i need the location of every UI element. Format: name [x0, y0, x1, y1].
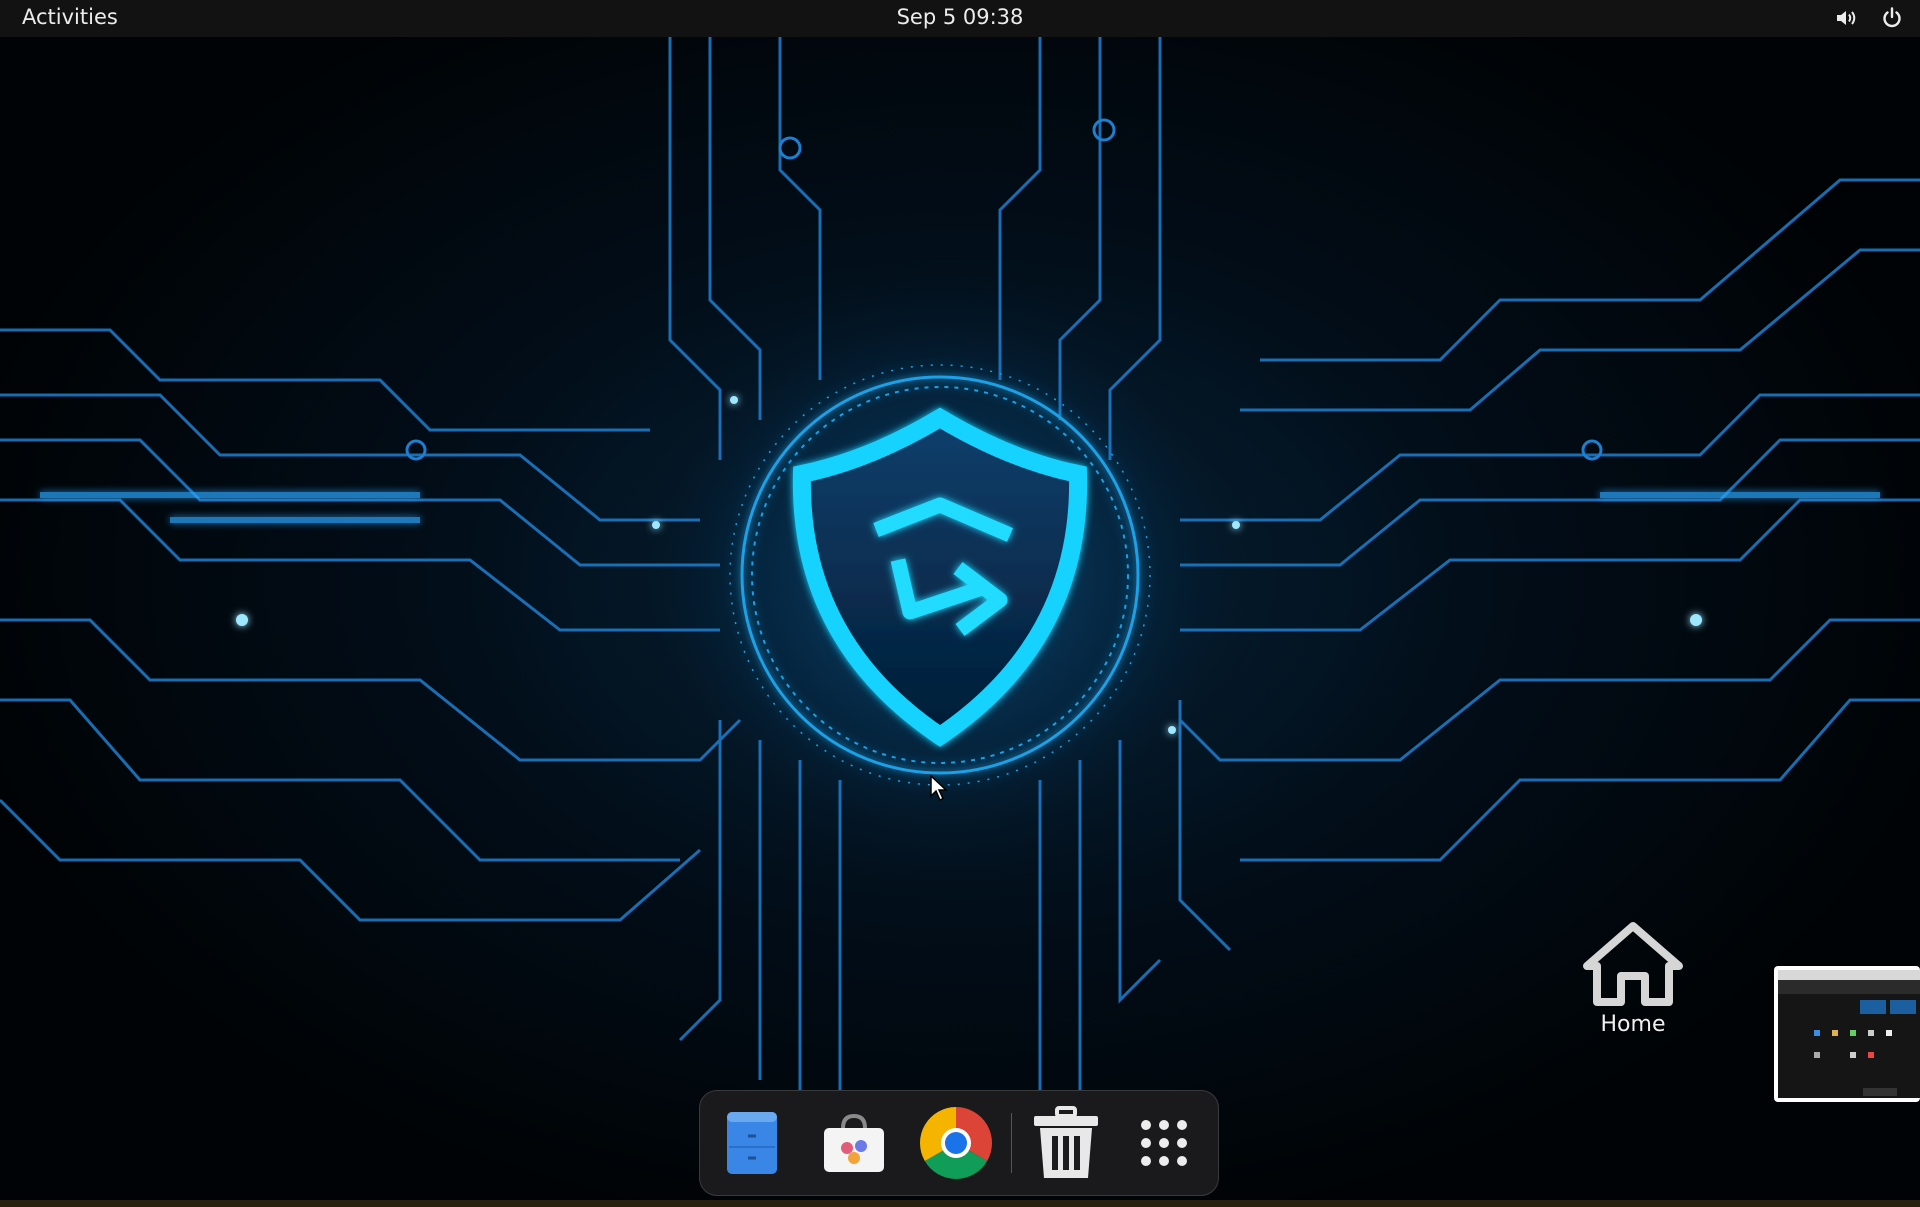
chrome-icon	[919, 1107, 993, 1180]
dock-separator	[1011, 1113, 1012, 1173]
dock-item-chrome[interactable]	[918, 1105, 994, 1181]
dock-item-trash[interactable]	[1028, 1105, 1104, 1181]
volume-icon[interactable]	[1834, 6, 1858, 30]
desktop-home-shortcut[interactable]: Home	[1570, 920, 1696, 1058]
power-icon[interactable]	[1880, 6, 1904, 30]
trash-icon	[1034, 1106, 1098, 1178]
window-thumbnail[interactable]	[1774, 966, 1920, 1102]
bottom-edge	[0, 1200, 1920, 1207]
window-thumbnail-preview	[1778, 970, 1920, 1098]
clock-button[interactable]: Sep 5 09:38	[0, 4, 1920, 30]
top-bar: Activities Sep 5 09:38	[0, 0, 1920, 37]
desktop: Activities Sep 5 09:38 Home	[0, 0, 1920, 1207]
system-tray[interactable]	[1834, 6, 1904, 30]
mouse-cursor	[930, 774, 948, 802]
home-label: Home	[1600, 1012, 1666, 1037]
dock-item-files[interactable]	[714, 1105, 790, 1181]
home-icon	[1583, 922, 1683, 1006]
app-grid-icon	[1141, 1120, 1187, 1166]
software-store-icon	[824, 1113, 884, 1172]
dock-item-show-apps[interactable]	[1126, 1105, 1202, 1181]
dock	[699, 1090, 1219, 1196]
dock-item-software[interactable]	[816, 1105, 892, 1181]
file-manager-icon	[727, 1112, 777, 1174]
